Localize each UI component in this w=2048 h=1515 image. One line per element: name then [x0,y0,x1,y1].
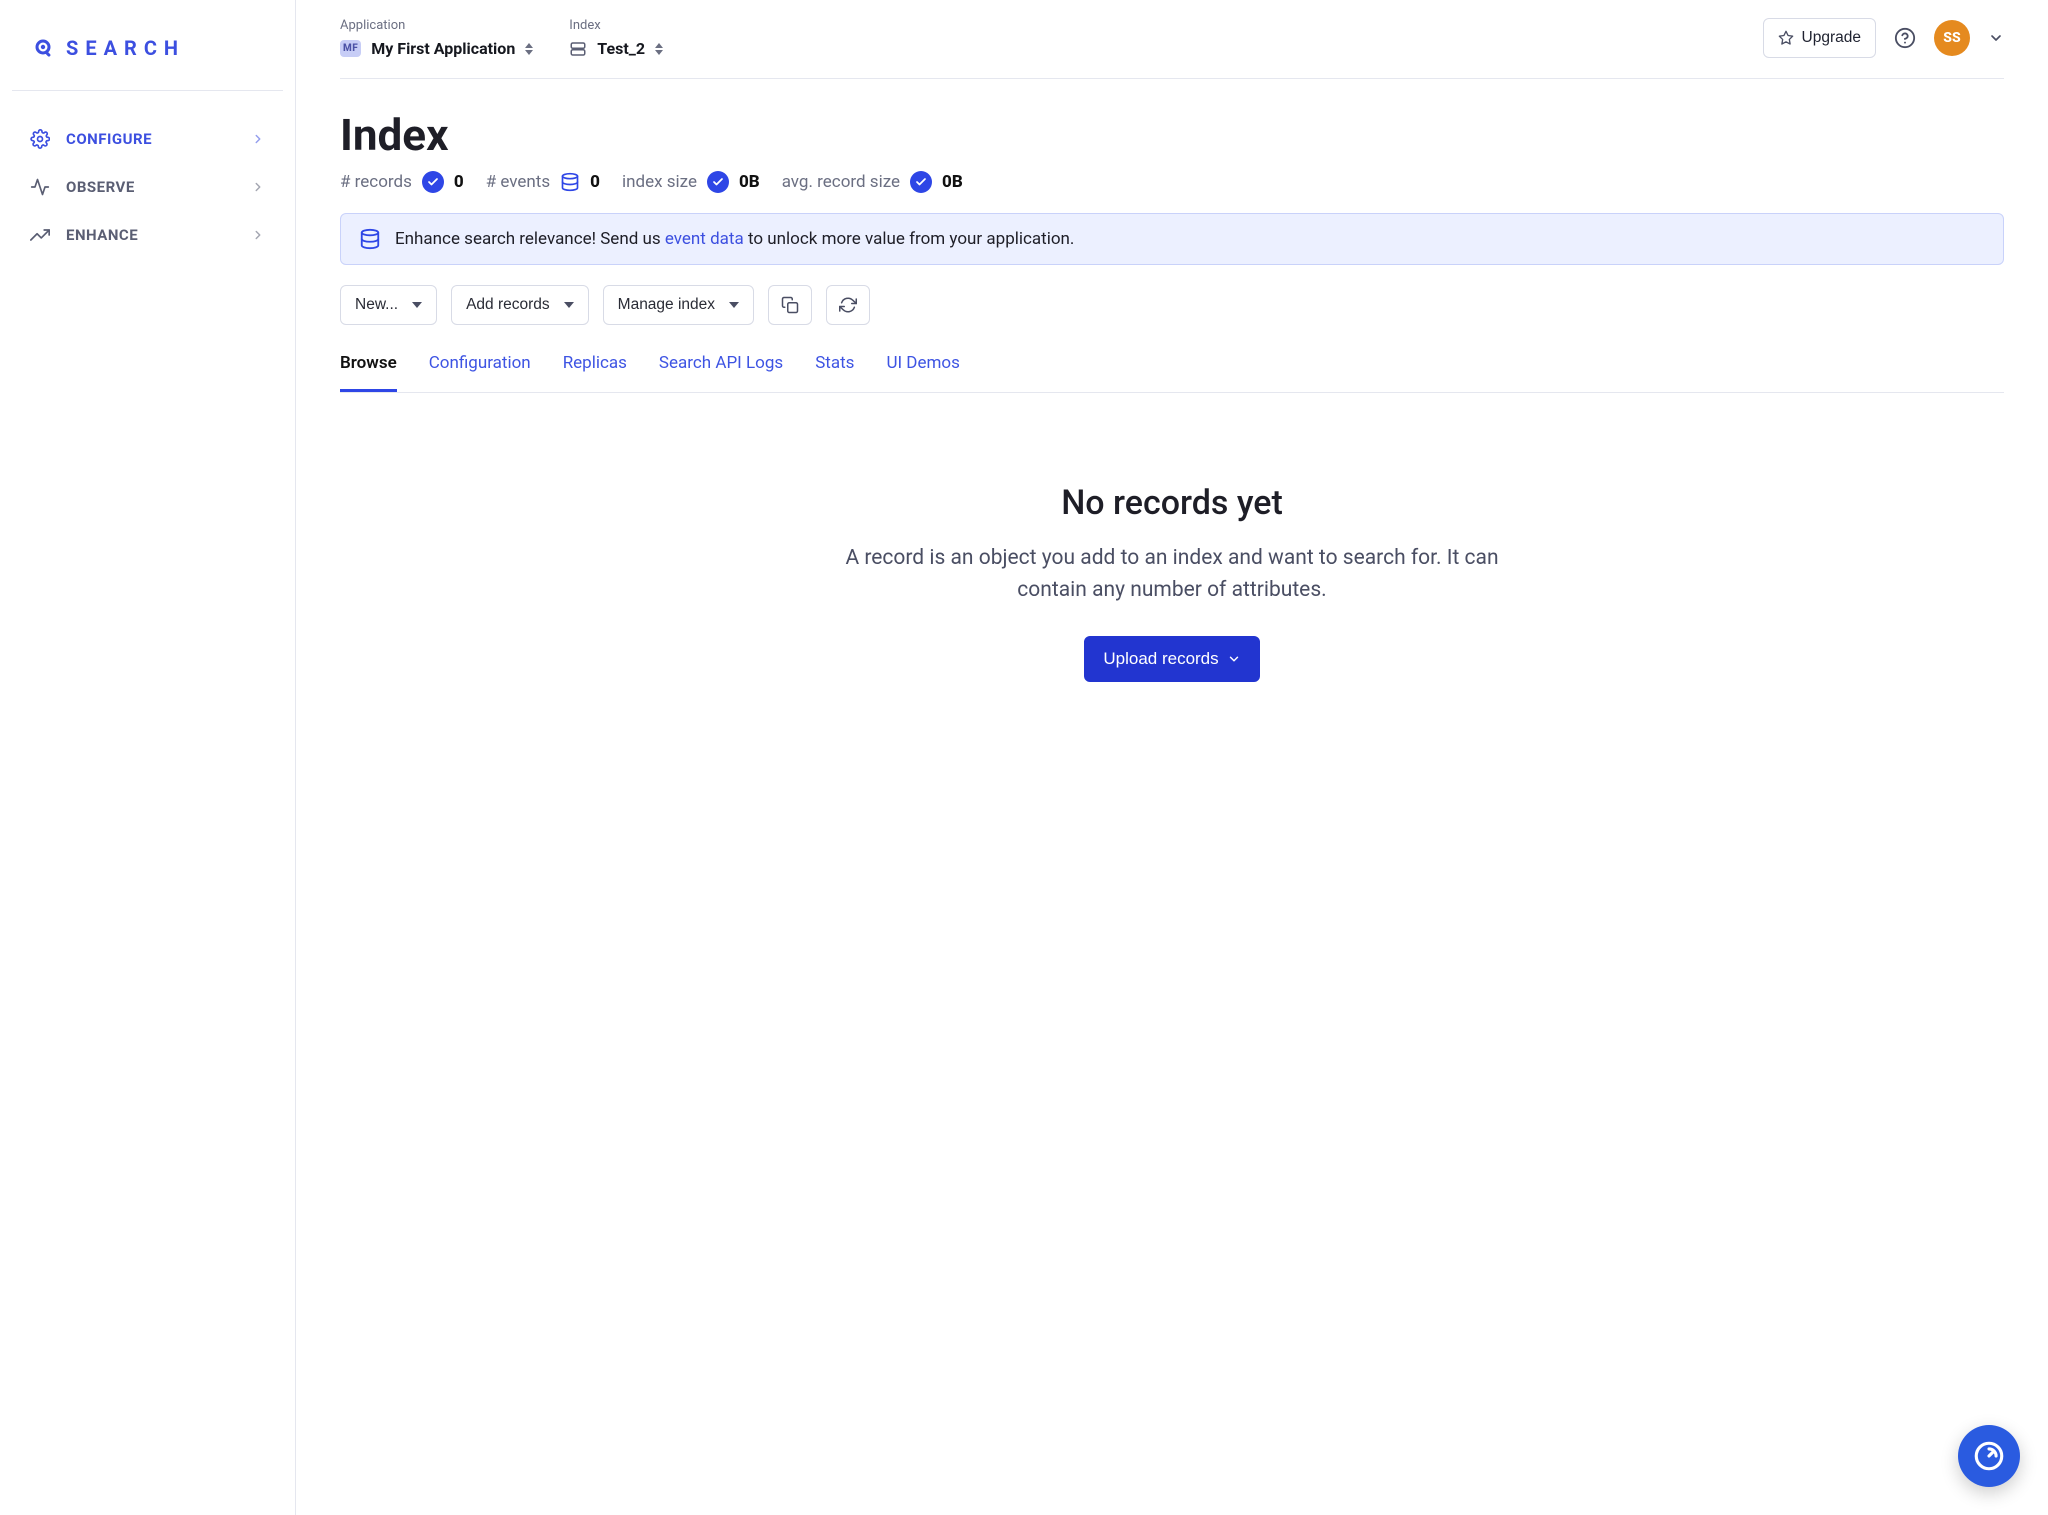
divider [12,90,283,91]
upload-records-label: Upload records [1103,649,1218,669]
brand-name: SEARCH [66,36,185,60]
manage-index-label: Manage index [618,296,715,314]
banner-link[interactable]: event data [665,229,744,249]
empty-description: A record is an object you add to an inde… [822,543,1522,606]
index-tabs: Browse Configuration Replicas Search API… [340,343,2004,393]
check-badge-icon [422,171,444,193]
gear-icon [30,129,50,149]
index-name: Test_2 [597,39,645,58]
banner-suffix: to unlock more value from your applicati… [744,229,1075,249]
database-icon [560,172,580,192]
chevron-down-icon[interactable] [1988,30,2004,46]
application-name: My First Application [371,39,515,58]
stat-value: 0B [739,172,760,192]
sidebar-item-label: OBSERVE [66,178,135,196]
application-selector-label: Application [340,18,533,33]
stats-row: # records 0 # events 0 index size 0B avg [340,171,2004,193]
support-fab[interactable] [1958,1425,2020,1487]
tab-browse[interactable]: Browse [340,343,397,392]
tab-label: Browse [340,353,397,373]
stat-value: 0B [942,172,963,192]
sidebar-item-enhance[interactable]: ENHANCE [0,211,295,259]
chevron-down-icon [564,302,574,308]
stat-index-size: index size 0B [622,171,760,193]
help-button[interactable] [1894,27,1916,49]
refresh-icon [839,296,857,314]
copy-icon [781,296,799,314]
database-icon [359,228,381,250]
algolia-icon [1972,1439,2006,1473]
avatar-initials: SS [1943,30,1960,46]
brand-logo-icon [34,38,54,58]
empty-state: No records yet A record is an object you… [822,483,1522,682]
topbar: Application MF My First Application Inde… [340,18,2004,79]
layers-icon [569,40,587,58]
sidebar-item-configure[interactable]: CONFIGURE [0,115,295,163]
tab-label: Search API Logs [659,353,783,373]
stat-value: 0 [454,172,464,192]
brand[interactable]: SEARCH [0,30,295,84]
sidebar: SEARCH CONFIGURE OBSERVE ENHANCE [0,0,296,1515]
sidebar-item-label: ENHANCE [66,226,138,244]
upgrade-label: Upgrade [1802,29,1861,47]
activity-icon [30,177,50,197]
avatar[interactable]: SS [1934,20,1970,56]
enhance-banner: Enhance search relevance! Send us event … [340,213,2004,265]
application-selector[interactable]: Application MF My First Application [340,18,533,58]
tab-ui-demos[interactable]: UI Demos [886,343,959,392]
tab-label: Stats [815,353,854,373]
upgrade-button[interactable]: Upgrade [1763,18,1876,58]
banner-prefix: Enhance search relevance! Send us [395,229,665,249]
index-toolbar: New... Add records Manage index [340,285,2004,325]
manage-index-button[interactable]: Manage index [603,285,754,325]
chevron-right-icon [251,228,265,242]
check-badge-icon [910,171,932,193]
stat-label: # events [486,172,550,192]
stat-avg-size: avg. record size 0B [782,171,963,193]
chevron-down-icon [1227,652,1241,666]
stat-events: # events 0 [486,172,600,192]
application-chip: MF [340,40,361,57]
topbar-actions: Upgrade SS [1763,18,2004,58]
tab-label: UI Demos [886,353,959,373]
add-records-button[interactable]: Add records [451,285,589,325]
tab-label: Replicas [563,353,627,373]
copy-button[interactable] [768,285,812,325]
stat-label: # records [340,172,412,192]
new-button[interactable]: New... [340,285,437,325]
add-records-label: Add records [466,296,550,314]
tab-label: Configuration [429,353,531,373]
main: Application MF My First Application Inde… [296,0,2048,1515]
sidebar-item-label: CONFIGURE [66,130,152,148]
chevron-right-icon [251,132,265,146]
chevron-right-icon [251,180,265,194]
upload-records-button[interactable]: Upload records [1084,636,1259,682]
help-icon [1894,27,1916,49]
stat-label: index size [622,172,697,192]
chevron-down-icon [729,302,739,308]
index-selector-label: Index [569,18,663,33]
chevron-down-icon [412,302,422,308]
stat-records: # records 0 [340,171,464,193]
trend-up-icon [30,225,50,245]
sidebar-item-observe[interactable]: OBSERVE [0,163,295,211]
tab-stats[interactable]: Stats [815,343,854,392]
new-label: New... [355,296,398,314]
updown-icon [525,43,533,55]
stat-value: 0 [590,172,600,192]
banner-text: Enhance search relevance! Send us event … [395,229,1074,249]
tab-configuration[interactable]: Configuration [429,343,531,392]
updown-icon [655,43,663,55]
empty-title: No records yet [822,483,1522,523]
tab-search-api-logs[interactable]: Search API Logs [659,343,783,392]
stat-label: avg. record size [782,172,900,192]
refresh-button[interactable] [826,285,870,325]
tab-replicas[interactable]: Replicas [563,343,627,392]
index-selector[interactable]: Index Test_2 [569,18,663,58]
check-badge-icon [707,171,729,193]
page-title: Index [340,109,2004,161]
star-icon [1778,30,1794,46]
